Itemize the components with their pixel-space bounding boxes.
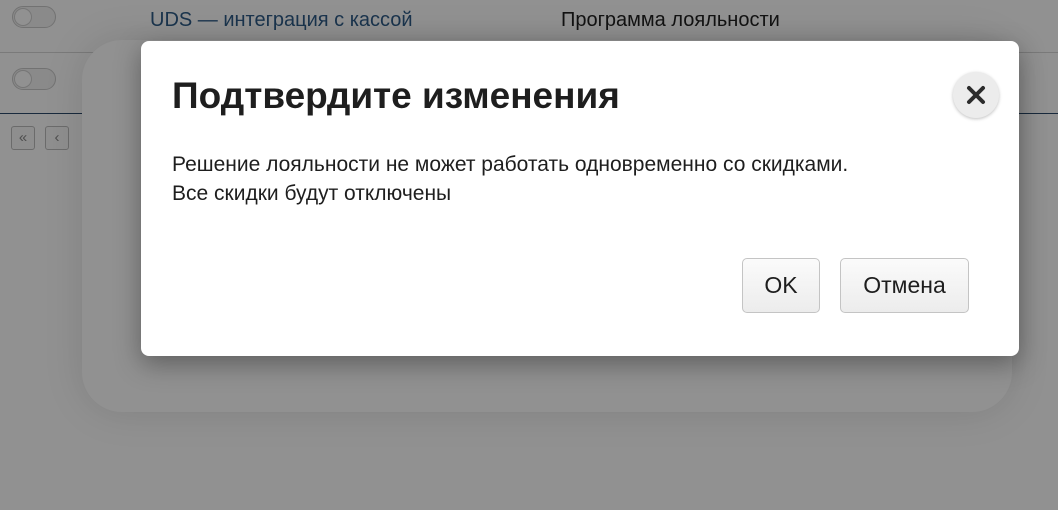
ok-button[interactable]: OK [742, 258, 820, 313]
confirm-dialog: Подтвердите изменения Решение лояльности… [141, 41, 1019, 356]
close-icon [967, 86, 985, 104]
dialog-message: Решение лояльности не может работать одн… [172, 153, 849, 205]
close-button[interactable] [953, 72, 999, 118]
cancel-button[interactable]: Отмена [840, 258, 969, 313]
dialog-title: Подтвердите изменения [172, 75, 620, 116]
